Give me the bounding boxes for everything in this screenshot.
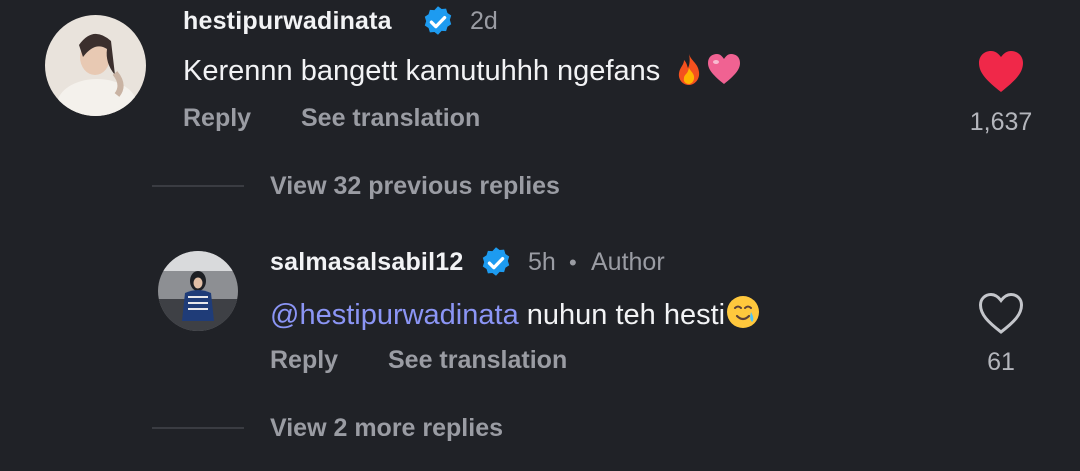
comment-username[interactable]: hestipurwadinata <box>183 7 392 36</box>
verified-badge-icon <box>482 247 510 276</box>
reply-text: @hestipurwadinata nuhun teh hesti <box>270 294 761 338</box>
divider-line <box>152 427 244 429</box>
view-previous-replies-button[interactable]: View 32 previous replies <box>270 172 560 201</box>
view-more-replies-button[interactable]: View 2 more replies <box>270 414 503 443</box>
comment-thread: hestipurwadinata 2d Kerennn bangett kamu… <box>0 0 1080 471</box>
divider-line <box>152 185 244 187</box>
comment-reply-button[interactable]: Reply <box>183 104 251 133</box>
reply-reply-button[interactable]: Reply <box>270 346 338 375</box>
comment-timestamp: 2d <box>470 7 498 35</box>
mention-link[interactable]: @hestipurwadinata <box>270 299 519 331</box>
pink-heart-icon <box>706 52 742 94</box>
heart-outline-icon[interactable] <box>977 292 1025 336</box>
reply-see-translation-link[interactable]: See translation <box>388 346 567 375</box>
verified-badge-icon <box>424 6 452 35</box>
avatar[interactable] <box>158 251 238 331</box>
heart-filled-icon[interactable] <box>977 50 1025 94</box>
reply-text-content: nuhun teh hesti <box>518 299 726 331</box>
reply-username[interactable]: salmasalsabil12 <box>270 248 463 277</box>
reply-timestamp: 5h <box>528 248 556 276</box>
author-label: Author <box>591 248 665 276</box>
crying-smile-icon <box>725 294 761 338</box>
reply-like-count: 61 <box>987 348 1015 376</box>
fire-icon <box>672 52 706 94</box>
comment-text-content: Kerennn bangett kamutuhhh ngefans <box>183 55 661 87</box>
separator-dot: • <box>569 250 577 275</box>
avatar[interactable] <box>45 15 146 116</box>
comment-like-count: 1,637 <box>969 108 1033 136</box>
comment-see-translation-link[interactable]: See translation <box>301 104 480 133</box>
comment-text: Kerennn bangett kamutuhhh ngefans <box>183 52 742 94</box>
